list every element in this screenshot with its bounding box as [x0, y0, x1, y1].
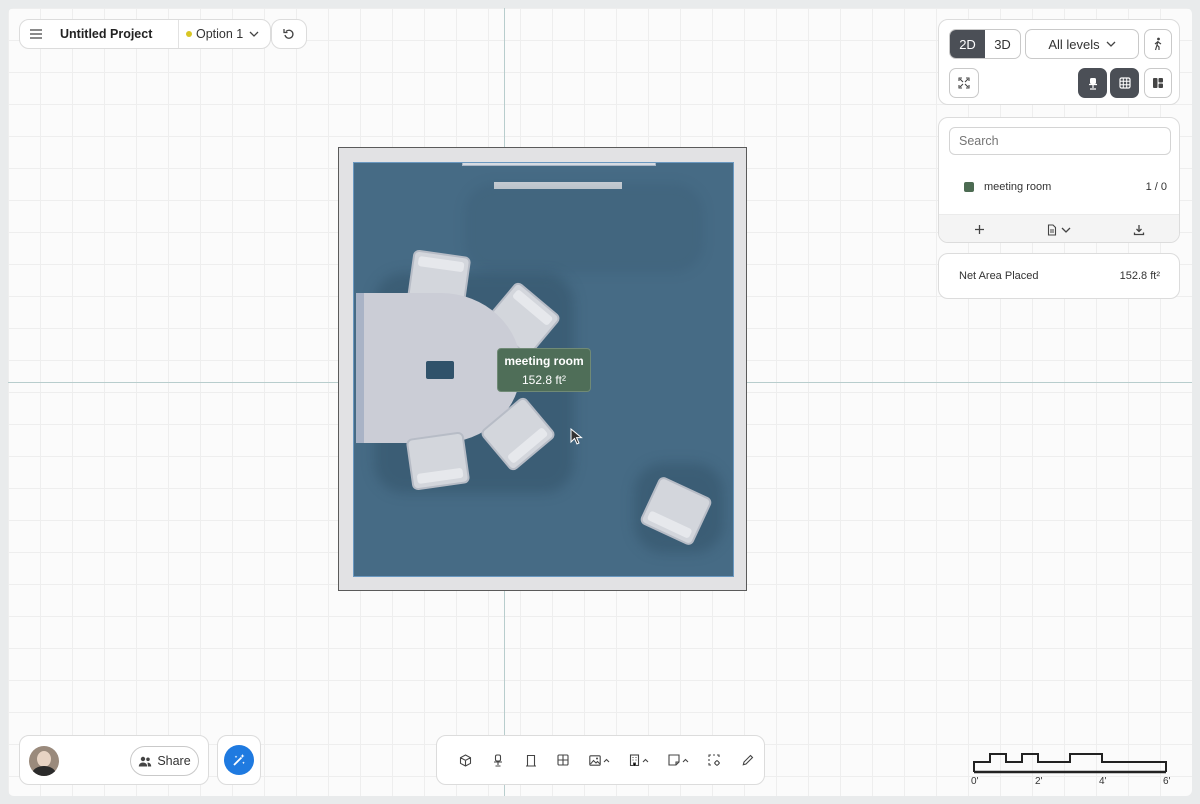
project-bar: Untitled Project Option 1: [19, 19, 271, 49]
furniture-shadow: [464, 183, 704, 273]
furniture-toggle-button[interactable]: [1078, 68, 1107, 98]
cube-icon: [459, 753, 471, 767]
layout-icon: [1153, 78, 1163, 88]
ai-assist-card: [217, 735, 261, 785]
net-area-summary: Net Area Placed 152.8 ft²: [938, 253, 1180, 299]
net-area-label: Net Area Placed: [959, 270, 1039, 282]
ai-assist-button[interactable]: [224, 745, 254, 775]
list-item[interactable]: meeting room 1 / 0: [939, 176, 1179, 198]
download-button[interactable]: [1099, 224, 1179, 236]
collaboration-bar: Share: [19, 735, 209, 785]
building-icon: [630, 754, 640, 766]
canvas[interactable]: meeting room 152.8 ft² Untitled Project …: [8, 8, 1192, 796]
option-status-dot: [186, 31, 192, 37]
expand-icon: [958, 77, 970, 89]
space-color-swatch: [964, 182, 974, 192]
door-tool[interactable]: [514, 745, 547, 775]
users-icon: [139, 756, 152, 766]
scale-label: 2': [1035, 776, 1043, 787]
room-label[interactable]: meeting room 152.8 ft²: [497, 348, 591, 392]
window-icon: [557, 754, 569, 766]
mode-3d-button[interactable]: 3D: [985, 30, 1020, 58]
fit-view-button[interactable]: [949, 68, 979, 98]
net-area-value: 152.8 ft²: [1119, 270, 1160, 282]
furniture-tool[interactable]: [482, 745, 515, 775]
image-icon: [589, 754, 601, 766]
download-icon: [1133, 224, 1145, 235]
space-count: 1 / 0: [1145, 181, 1167, 193]
grid-toggle-button[interactable]: [1110, 68, 1139, 98]
chair[interactable]: [405, 431, 471, 491]
scale-label: 6': [1163, 776, 1171, 787]
scale-ruler: [973, 753, 1167, 774]
window-tool[interactable]: [547, 745, 580, 775]
document-icon: [1047, 223, 1057, 236]
scale-bar: 0' 2' 4' 6': [970, 750, 1180, 790]
chevron-down-icon: [1106, 41, 1116, 47]
option-label: Option 1: [196, 27, 244, 41]
image-tool[interactable]: [580, 745, 620, 775]
scale-label: 0': [971, 776, 979, 787]
option-select[interactable]: Option 1: [186, 27, 259, 41]
cube-tool[interactable]: [449, 745, 482, 775]
chair-icon: [494, 753, 503, 767]
layout-button[interactable]: [1144, 68, 1172, 98]
select-settings-icon: [708, 753, 721, 766]
chevron-up-icon: [603, 758, 610, 762]
share-button[interactable]: Share: [130, 746, 199, 776]
mouse-cursor-icon: [570, 427, 584, 451]
chair-icon: [1088, 77, 1097, 90]
door-icon: [525, 754, 536, 767]
room-wall[interactable]: meeting room 152.8 ft²: [338, 147, 747, 591]
table-screen: [426, 361, 454, 379]
magic-wand-icon: [233, 754, 245, 766]
mode-2d-button[interactable]: 2D: [950, 30, 985, 58]
note-tool[interactable]: [659, 745, 699, 775]
selection-tool[interactable]: [699, 745, 732, 775]
space-name: meeting room: [984, 181, 1052, 193]
grid-icon: [1118, 77, 1131, 89]
view-controls: 2D 3D All levels: [938, 19, 1180, 105]
chevron-up-icon: [682, 758, 689, 762]
pencil-icon: [742, 754, 753, 766]
walkthrough-button[interactable]: [1144, 29, 1172, 59]
spaces-panel: meeting room 1 / 0: [938, 117, 1180, 243]
undo-button[interactable]: [271, 19, 307, 49]
chevron-down-icon: [249, 31, 259, 37]
levels-select[interactable]: All levels: [1025, 29, 1139, 59]
spaces-footer: [939, 214, 1179, 242]
draw-tool[interactable]: [731, 745, 764, 775]
project-title[interactable]: Untitled Project: [60, 27, 178, 41]
search-input[interactable]: [949, 127, 1171, 155]
room-floor[interactable]: meeting room 152.8 ft²: [353, 162, 734, 577]
room-label-area: 152.8 ft²: [521, 373, 567, 387]
add-space-button[interactable]: [939, 224, 1019, 235]
room-label-name: meeting room: [504, 354, 584, 368]
divider: [178, 20, 179, 48]
view-mode-toggle: 2D 3D: [949, 29, 1021, 59]
avatar[interactable]: [29, 746, 59, 776]
undo-icon: [283, 29, 294, 39]
chevron-up-icon: [642, 758, 649, 762]
hamburger-menu-icon[interactable]: [22, 20, 50, 48]
tools-toolbar: [436, 735, 765, 785]
note-icon: [668, 754, 680, 766]
document-menu-button[interactable]: [1019, 223, 1099, 236]
scale-label: 4': [1099, 776, 1107, 787]
chevron-down-icon: [1061, 227, 1071, 233]
levels-label: All levels: [1048, 36, 1100, 52]
walking-person-icon: [1154, 37, 1162, 51]
window-element[interactable]: [462, 163, 656, 166]
share-label: Share: [157, 754, 191, 768]
building-tool[interactable]: [619, 745, 659, 775]
plus-icon: [974, 225, 984, 234]
